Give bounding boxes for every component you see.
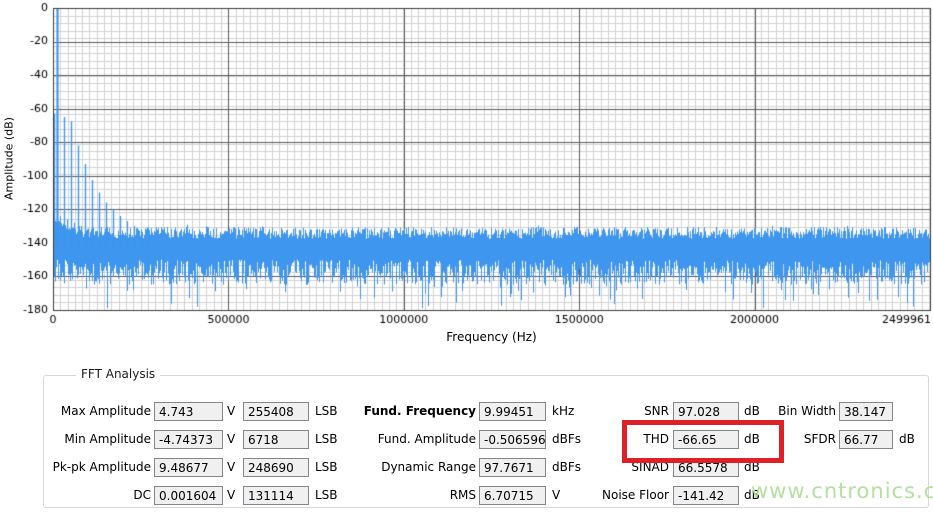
min-amplitude-lsb-field[interactable]: 6718	[243, 430, 309, 449]
pkpk-amplitude-lsb-unit: LSB	[315, 458, 338, 477]
min-amplitude-v-unit: V	[227, 430, 239, 449]
pkpk-amplitude-lsb-field[interactable]: 248690	[243, 458, 309, 477]
dynamic-range-field[interactable]: 97.7671	[479, 458, 546, 477]
fund-amplitude-unit: dBFs	[552, 430, 581, 449]
sfdr-field[interactable]: 66.77	[839, 430, 893, 449]
snr-row: SNR 97.028 dB	[581, 402, 760, 421]
noise-floor-field[interactable]: -141.42	[673, 486, 739, 505]
snr-unit: dB	[744, 402, 760, 421]
min-amplitude-lsb-unit: LSB	[315, 430, 338, 449]
min-amplitude-row: Min Amplitude -4.74373 V 6718 LSB	[51, 430, 338, 449]
x-axis-label: Frequency (Hz)	[53, 330, 930, 344]
noise-floor-row: Noise Floor -141.42 dB	[581, 486, 760, 505]
min-amplitude-label: Min Amplitude	[51, 430, 151, 449]
sinad-row: SINAD 66.5578 dB	[581, 458, 760, 477]
fund-frequency-label: Fund. Frequency	[361, 402, 476, 421]
pkpk-amplitude-v-field[interactable]: 9.48677	[154, 458, 223, 477]
max-amplitude-lsb-field[interactable]: 255408	[243, 402, 309, 421]
dynamic-range-unit: dBFs	[552, 458, 581, 477]
noise-floor-label: Noise Floor	[581, 486, 669, 505]
snr-field[interactable]: 97.028	[673, 402, 739, 421]
dynamic-range-row: Dynamic Range 97.7671 dBFs	[361, 458, 581, 477]
thd-label: THD	[581, 430, 669, 449]
dc-v-unit: V	[227, 486, 239, 505]
max-amplitude-row: Max Amplitude 4.743 V 255408 LSB	[51, 402, 338, 421]
rms-label: RMS	[361, 486, 476, 505]
amplitude-column: Max Amplitude 4.743 V 255408 LSB Min Amp…	[51, 402, 338, 514]
sinad-field[interactable]: 66.5578	[673, 458, 739, 477]
bin-width-field[interactable]: 38.147	[839, 402, 893, 421]
bin-width-label: Bin Width	[760, 402, 836, 421]
sfdr-unit: dB	[899, 430, 915, 449]
thd-row: THD -66.65 dB	[581, 430, 760, 449]
fft-spectrum-plot	[0, 0, 933, 328]
pkpk-amplitude-v-unit: V	[227, 458, 239, 477]
thd-field[interactable]: -66.65	[673, 430, 739, 449]
min-amplitude-v-field[interactable]: -4.74373	[154, 430, 223, 449]
snr-label: SNR	[581, 402, 669, 421]
dynamic-range-label: Dynamic Range	[361, 458, 476, 477]
fund-frequency-row: Fund. Frequency 9.99451 kHz	[361, 402, 581, 421]
fundamental-column: Fund. Frequency 9.99451 kHz Fund. Amplit…	[361, 402, 581, 514]
binwidth-column: Bin Width 38.147 SFDR 66.77 dB	[760, 402, 915, 458]
dc-v-field[interactable]: 0.001604	[154, 486, 223, 505]
sinad-label: SINAD	[581, 458, 669, 477]
y-axis-label: Amplitude (dB)	[2, 8, 16, 310]
fund-amplitude-label: Fund. Amplitude	[361, 430, 476, 449]
rms-unit: V	[552, 486, 560, 505]
sfdr-label: SFDR	[760, 430, 836, 449]
max-amplitude-lsb-unit: LSB	[315, 402, 338, 421]
fund-frequency-unit: kHz	[552, 402, 574, 421]
sinad-unit: dB	[744, 458, 760, 477]
max-amplitude-v-field[interactable]: 4.743	[154, 402, 223, 421]
fund-amplitude-row: Fund. Amplitude -0.506596 dBFs	[361, 430, 581, 449]
fft-chart: Amplitude (dB) Frequency (Hz)	[0, 0, 933, 350]
fund-frequency-field[interactable]: 9.99451	[479, 402, 546, 421]
pkpk-amplitude-row: Pk-pk Amplitude 9.48677 V 248690 LSB	[51, 458, 338, 477]
fft-analysis-title: FFT Analysis	[76, 367, 160, 381]
bin-width-row: Bin Width 38.147	[760, 402, 915, 421]
watermark: www.cntronics.com	[751, 479, 933, 503]
dc-label: DC	[51, 486, 151, 505]
rms-field[interactable]: 6.70715	[479, 486, 546, 505]
dc-lsb-unit: LSB	[315, 486, 338, 505]
dc-row: DC 0.001604 V 131114 LSB	[51, 486, 338, 505]
fund-amplitude-field[interactable]: -0.506596	[479, 430, 546, 449]
dc-lsb-field[interactable]: 131114	[243, 486, 309, 505]
sfdr-row: SFDR 66.77 dB	[760, 430, 915, 449]
max-amplitude-label: Max Amplitude	[51, 402, 151, 421]
thd-unit: dB	[744, 430, 760, 449]
rms-row: RMS 6.70715 V	[361, 486, 581, 505]
pkpk-amplitude-label: Pk-pk Amplitude	[51, 458, 151, 477]
snr-column: SNR 97.028 dB THD -66.65 dB SINAD 66.557…	[581, 402, 760, 514]
max-amplitude-v-unit: V	[227, 402, 239, 421]
